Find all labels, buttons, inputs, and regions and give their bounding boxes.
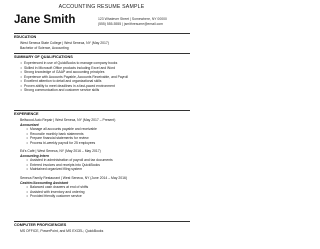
job-bullet: Process bi-weekly payroll for 25 employe…: [26, 141, 95, 145]
applicant-name: Jane Smith: [14, 14, 76, 26]
resume-page: ACCOUNTING RESUME SAMPLE Jane Smith 123 …: [0, 0, 203, 249]
job-bullet: Balanced cash drawers at end of shifts: [26, 185, 88, 189]
job-employer: Bellwood Auto Repair | West Seneca, NY (…: [20, 118, 116, 122]
section-heading-experience: EXPERIENCE: [14, 110, 190, 116]
section-heading-skills: COMPUTER PROFICIENCIES: [14, 221, 190, 227]
job-employer: Seneca Family Restaurant | West Seneca, …: [20, 176, 128, 180]
job-bullet: Assisted with inventory and ordering: [26, 190, 84, 194]
job-role: Accountant: [20, 122, 39, 127]
skills-line: MS OFFICE, PowerPoint, and MS EXCEL; Qui…: [20, 229, 104, 233]
section-heading-summary: SUMMARY OF QUALIFICATIONS: [14, 53, 190, 59]
summary-bullet: Proven ability to meet deadlines in a fa…: [21, 84, 115, 88]
summary-bullet: Experienced in use of QuickBooks to mana…: [20, 61, 117, 65]
summary-bullet: Excellent attention to detail and organi…: [20, 79, 101, 83]
job-role: Cashier/Accounting Assistant: [20, 180, 69, 185]
job-bullet: Entered invoices and receipts into Quick…: [27, 163, 100, 167]
section-heading-education: EDUCATION: [14, 33, 190, 39]
contact-phone-email: (555) 555-5555 | jsmithresume@email.com: [98, 21, 164, 26]
job-bullet: Manage all accounts payable and receivab…: [27, 127, 97, 131]
document-title: ACCOUNTING RESUME SAMPLE: [58, 4, 145, 10]
summary-bullet: Strong knowledge of GAAP and accounting …: [20, 70, 104, 74]
job-bullet: Maintained organized filing system: [26, 167, 82, 171]
job-bullet: Provided friendly customer service: [27, 194, 82, 198]
contact-address: 123 Whatever Street | Somewhere, NY 0000…: [98, 17, 167, 21]
summary-bullet: Experience with Accounts Payable, Accoun…: [20, 75, 128, 79]
job-bullet: Reconcile monthly bank statements: [27, 132, 84, 136]
job-role: Accounting Intern: [20, 153, 50, 158]
education-school: West Seneca State College | West Seneca,…: [20, 41, 109, 45]
education-degree: Bachelor of Science, Accounting: [20, 45, 69, 50]
job-bullet: Prepare financial statements for review: [27, 136, 89, 140]
summary-bullet: Strong communication and customer servic…: [20, 88, 99, 92]
job-bullet: Assisted in administration of payroll an…: [27, 158, 113, 162]
summary-bullet: Skilled in Microsoft Office products inc…: [20, 66, 115, 70]
job-employer: Ed's Café | West Seneca, NY (May 2016 – …: [20, 149, 101, 153]
